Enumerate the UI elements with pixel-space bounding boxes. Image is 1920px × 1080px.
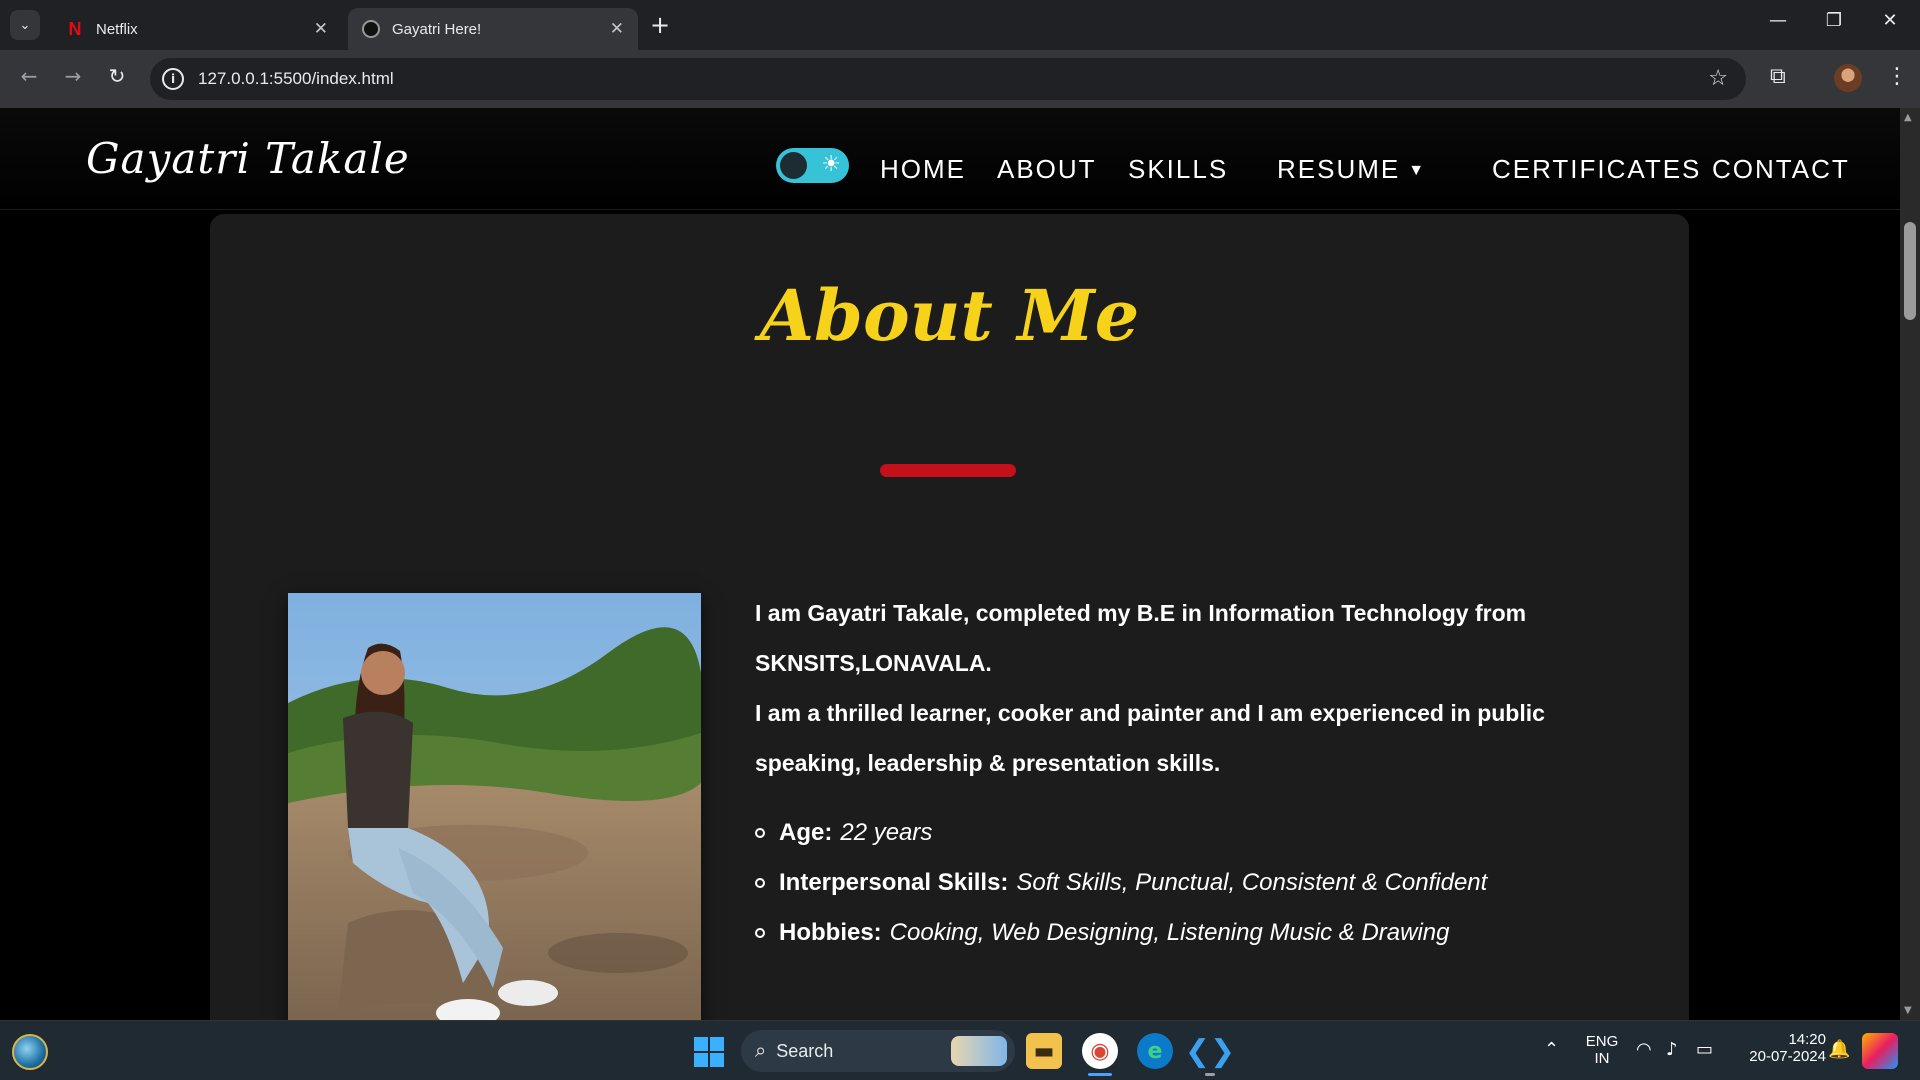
profile-avatar[interactable]: [1834, 64, 1862, 92]
browser-tab-strip: ⌄ N Netflix ✕ Gayatri Here! ✕ + — ❐ ✕: [0, 0, 1920, 50]
active-app-indicator: [1088, 1073, 1112, 1076]
bullet-icon: [755, 878, 765, 888]
site-navbar: Gayatri Takale ☀ HOME ABOUT SKILLS RESUM…: [0, 108, 1900, 210]
battery-icon[interactable]: ▭: [1696, 1039, 1713, 1060]
chrome-icon[interactable]: ◉: [1082, 1033, 1118, 1069]
clock-date: 20-07-2024: [1749, 1048, 1826, 1065]
detail-value: 22 years: [840, 819, 933, 846]
clock-time: 14:20: [1788, 1031, 1826, 1048]
github-icon: [362, 20, 380, 38]
new-tab-button[interactable]: +: [650, 12, 670, 38]
start-icon[interactable]: [694, 1037, 724, 1067]
page-scrollbar[interactable]: ▲ ▼: [1900, 108, 1920, 1020]
caret-down-icon: ▼: [1408, 162, 1427, 179]
list-item: Age: 22 years: [755, 808, 1585, 858]
close-icon[interactable]: ✕: [610, 19, 624, 39]
address-bar[interactable]: i 127.0.0.1:5500/index.html ☆: [150, 58, 1746, 100]
nav-resume-dropdown[interactable]: RESUME ▼: [1277, 154, 1426, 185]
forward-icon[interactable]: →: [58, 64, 88, 88]
wifi-icon[interactable]: ◠: [1636, 1039, 1652, 1060]
copilot-icon[interactable]: [1862, 1033, 1898, 1069]
running-indicator: [1205, 1073, 1215, 1076]
back-icon[interactable]: ←: [14, 64, 44, 88]
clock[interactable]: 14:20 20-07-2024: [1730, 1031, 1826, 1065]
url-text[interactable]: 127.0.0.1:5500/index.html: [198, 69, 394, 89]
os-taskbar: ⌕ Search ▬ ◉ e ❮❯ ⌃ ENG IN ◠ ♪ ▭ 14:20 2…: [0, 1020, 1920, 1080]
detail-value: Cooking, Web Designing, Listening Music …: [889, 919, 1450, 946]
about-text-block: I am Gayatri Takale, completed my B.E in…: [755, 588, 1585, 958]
more-menu-icon[interactable]: ⋮: [1886, 64, 1908, 89]
file-explorer-icon[interactable]: ▬: [1026, 1033, 1062, 1069]
theme-toggle[interactable]: ☀: [776, 148, 849, 183]
close-icon[interactable]: ✕: [314, 19, 328, 39]
scroll-up-icon[interactable]: ▲: [1904, 112, 1912, 123]
toggle-knob: [780, 152, 807, 179]
nav-home[interactable]: HOME: [880, 154, 966, 185]
taskbar-search[interactable]: ⌕ Search: [741, 1030, 1015, 1072]
list-item: Interpersonal Skills: Soft Skills, Punct…: [755, 858, 1585, 908]
profile-photo: [288, 593, 701, 1020]
search-highlight-image: [951, 1036, 1007, 1066]
netflix-icon: N: [68, 18, 82, 39]
minimize-icon[interactable]: —: [1758, 10, 1798, 31]
restore-icon[interactable]: ❐: [1814, 10, 1854, 31]
nav-contact[interactable]: CONTACT: [1712, 154, 1850, 185]
close-window-icon[interactable]: ✕: [1870, 10, 1910, 31]
section-title: About Me: [759, 274, 1140, 357]
tab-title: Netflix: [96, 20, 138, 38]
nav-certificates[interactable]: CERTIFICATES: [1492, 154, 1701, 185]
site-logo[interactable]: Gayatri Takale: [86, 134, 410, 183]
search-placeholder: Search: [776, 1040, 834, 1061]
nav-about[interactable]: ABOUT: [997, 154, 1097, 185]
detail-label: Interpersonal Skills:: [779, 869, 1009, 896]
notification-bell-icon[interactable]: 🔔: [1828, 1039, 1850, 1060]
bullet-icon: [755, 828, 765, 838]
extensions-icon[interactable]: ⧉: [1770, 64, 1786, 89]
edge-icon[interactable]: e: [1137, 1033, 1173, 1069]
search-icon: ⌕: [755, 1039, 767, 1062]
tab-netflix[interactable]: N Netflix ✕: [52, 8, 342, 50]
about-details-list: Age: 22 years Interpersonal Skills: Soft…: [755, 808, 1585, 958]
widgets-icon[interactable]: [12, 1034, 48, 1070]
sun-icon: ☀: [821, 152, 841, 177]
scrollbar-thumb[interactable]: [1904, 222, 1916, 320]
vscode-icon[interactable]: ❮❯: [1185, 1033, 1235, 1069]
page-viewport: Gayatri Takale ☀ HOME ABOUT SKILLS RESUM…: [0, 108, 1900, 1020]
chevron-up-icon[interactable]: ⌃: [1544, 1039, 1559, 1060]
detail-label: Age:: [779, 819, 833, 846]
scroll-down-icon[interactable]: ▼: [1904, 1005, 1912, 1016]
list-item: Hobbies: Cooking, Web Designing, Listeni…: [755, 908, 1585, 958]
bullet-icon: [755, 928, 765, 938]
profile-photo-image: [288, 593, 701, 1020]
volume-icon[interactable]: ♪: [1666, 1039, 1678, 1060]
site-info-icon[interactable]: i: [162, 68, 184, 90]
browser-toolbar: ← → ↻ i 127.0.0.1:5500/index.html ☆ ⧉ ⋮: [0, 50, 1920, 108]
language-code: ENG: [1585, 1033, 1619, 1050]
tab-gayatri-here[interactable]: Gayatri Here! ✕: [348, 8, 638, 50]
region-code: IN: [1594, 1050, 1610, 1067]
detail-value: Soft Skills, Punctual, Consistent & Conf…: [1016, 869, 1488, 896]
detail-label: Hobbies:: [779, 919, 882, 946]
about-paragraph-education: I am Gayatri Takale, completed my B.E in…: [755, 600, 1527, 676]
about-paragraph-interests: I am a thrilled learner, cooker and pain…: [755, 700, 1545, 776]
language-indicator[interactable]: ENG IN: [1580, 1033, 1624, 1067]
tab-title: Gayatri Here!: [392, 20, 482, 38]
nav-skills[interactable]: SKILLS: [1128, 154, 1228, 185]
nav-resume-label: RESUME: [1277, 154, 1401, 184]
bookmark-star-icon[interactable]: ☆: [1708, 66, 1728, 91]
reload-icon[interactable]: ↻: [102, 64, 132, 88]
tab-search-button[interactable]: ⌄: [10, 10, 40, 40]
title-underline: [880, 464, 1016, 477]
